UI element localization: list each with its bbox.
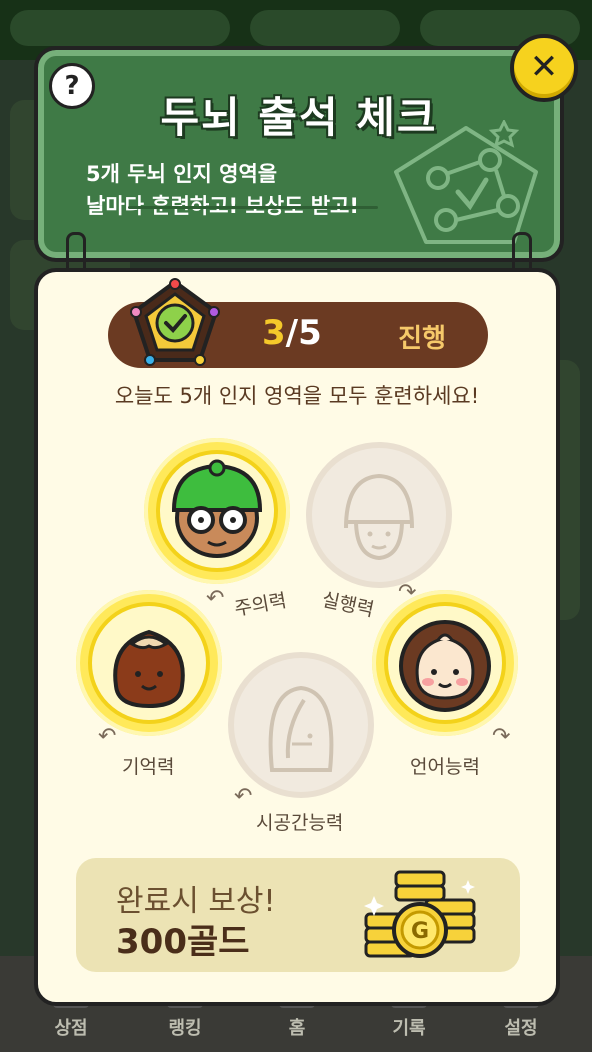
domain-label-language: 언어능력: [410, 756, 480, 778]
gold-coins-icon: G: [364, 870, 476, 958]
visuospatial-character-outline-icon: [268, 685, 334, 772]
brain-network-doodle-icon: [394, 120, 538, 244]
memory-chestnut-character-icon: [113, 629, 185, 709]
domain-label-attention: 주의력: [232, 589, 289, 621]
help-button[interactable]: ?: [49, 63, 95, 109]
nav-settings-label: 설정: [504, 1018, 538, 1039]
domain-memory-node[interactable]: [76, 590, 222, 736]
domain-label-executive: 실행력: [319, 588, 376, 622]
progress-count: 3/5: [262, 313, 322, 353]
domain-label-visuospatial: 시공간능력: [256, 812, 344, 834]
attendance-header-board: 두뇌 출석 체크 5개 두뇌 인지 영역을 날마다 훈련하고! 보상도 받고!: [34, 46, 564, 262]
coin-counter-bg: [10, 10, 230, 46]
domain-executive-node[interactable]: [306, 442, 452, 588]
domain-label-memory: 기억력: [122, 756, 175, 778]
domain-attention-node[interactable]: [144, 438, 290, 584]
close-button[interactable]: ✕: [510, 34, 578, 102]
attendance-card: 3/5 진행 오늘도 5개 인지 영역을 모두 훈련하세요! ↶ 주의력 실행력…: [34, 268, 560, 1006]
domain-visuospatial-node[interactable]: [228, 652, 374, 798]
progress-total: /5: [285, 313, 322, 353]
svg-text:G: G: [411, 919, 429, 944]
attention-character-icon: [171, 459, 263, 558]
header-description: 5개 두뇌 인지 영역을 날마다 훈련하고! 보상도 받고!: [86, 158, 359, 222]
progress-done: 3: [262, 313, 286, 353]
completion-reward-box: 완료시 보상! 300골드 G: [76, 858, 520, 972]
nav-shop-label: 상점: [54, 1018, 88, 1039]
nav-ranking-label: 랭킹: [168, 1018, 202, 1039]
chalk-underline: [128, 206, 378, 209]
executive-character-outline-icon: [344, 473, 414, 561]
nav-record-label: 기록: [392, 1018, 426, 1039]
nav-home-label: 홈: [288, 1018, 306, 1039]
instruction-text: 오늘도 5개 인지 영역을 모두 훈련하세요!: [114, 384, 480, 408]
domain-language-node[interactable]: [372, 590, 518, 736]
reward-amount: 300골드: [116, 922, 250, 962]
energy-counter-bg: [250, 10, 400, 46]
language-chestnut-character-icon: [399, 620, 491, 712]
progress-status: 진행: [398, 324, 446, 354]
badge-check-icon: [130, 278, 220, 366]
description-line-1: 5개 두뇌 인지 영역을: [86, 162, 278, 186]
